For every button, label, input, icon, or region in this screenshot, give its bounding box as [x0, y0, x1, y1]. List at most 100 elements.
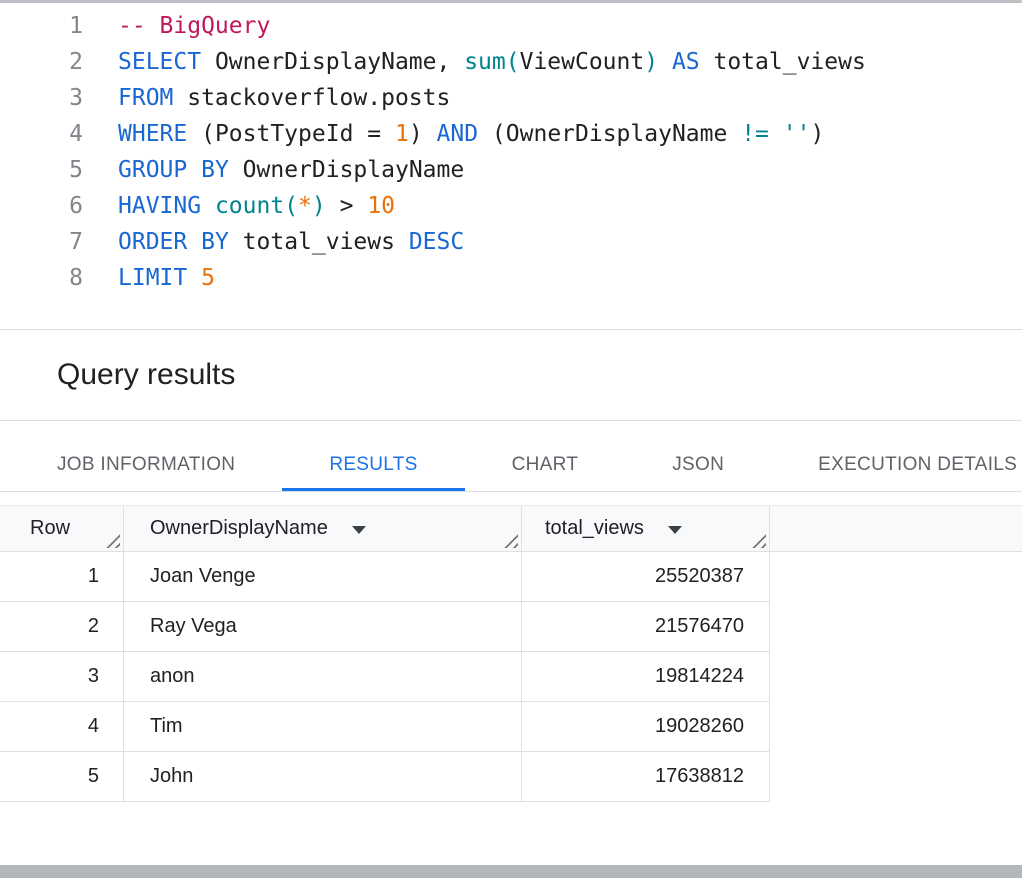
code-token-plain	[187, 265, 201, 291]
line-number: 2	[0, 44, 86, 80]
tab-json[interactable]: JSON	[625, 421, 771, 491]
query-results-header: Query results	[0, 330, 1022, 421]
cell-owner-display-name: Joan Venge	[124, 552, 522, 601]
column-header-filler	[770, 506, 1022, 551]
code-token-plain: OwnerDisplayName,	[201, 49, 464, 75]
code-line: 3FROM stackoverflow.posts	[0, 80, 1022, 116]
cell-row-number: 2	[0, 602, 124, 651]
code-token-number: 5	[201, 265, 215, 291]
tab-results[interactable]: RESULTS	[282, 421, 464, 491]
results-table: Row OwnerDisplayName total_views 1Joan Ven…	[0, 505, 1022, 802]
table-row: 4Tim19028260	[0, 702, 770, 752]
line-number: 5	[0, 152, 86, 188]
code-text: FROM stackoverflow.posts	[86, 80, 450, 116]
column-header-label: Row	[30, 517, 70, 540]
code-token-keyword: LIMIT	[118, 265, 187, 291]
code-line: 4WHERE (PostTypeId = 1) AND (OwnerDispla…	[0, 116, 1022, 152]
line-number: 3	[0, 80, 86, 116]
column-header-label: OwnerDisplayName	[150, 517, 328, 540]
code-lines: 1 -- BigQuery 2SELECT OwnerDisplayName, su…	[0, 8, 1022, 296]
code-token-keyword: ORDER	[118, 229, 187, 255]
cell-owner-display-name: Tim	[124, 702, 522, 751]
code-token-keyword: BY	[201, 229, 229, 255]
cell-row-number: 4	[0, 702, 124, 751]
code-token-function: sum(	[464, 49, 519, 75]
line-number: 8	[0, 260, 86, 296]
code-token-plain: )	[810, 121, 824, 147]
line-number: 7	[0, 224, 86, 260]
code-text: SELECT OwnerDisplayName, sum(ViewCount) …	[86, 44, 866, 80]
line-number: 4	[0, 116, 86, 152]
code-token-plain: )	[409, 121, 437, 147]
column-menu-dropdown-icon[interactable]	[668, 526, 682, 534]
table-row: 1Joan Venge25520387	[0, 552, 770, 602]
code-line: 5GROUP BY OwnerDisplayName	[0, 152, 1022, 188]
table-body: 1Joan Venge255203872Ray Vega215764703ano…	[0, 552, 1022, 802]
table-row: 3anon19814224	[0, 652, 770, 702]
cell-owner-display-name: anon	[124, 652, 522, 701]
column-resize-handle[interactable]	[752, 534, 766, 548]
code-token-keyword: DESC	[409, 229, 464, 255]
code-token-plain: ViewCount	[520, 49, 645, 75]
tab-execution-details[interactable]: EXECUTION DETAILS	[771, 421, 1022, 491]
code-token-plain	[201, 193, 215, 219]
table-row: 2Ray Vega21576470	[0, 602, 770, 652]
cell-owner-display-name: Ray Vega	[124, 602, 522, 651]
code-token-number: 1	[395, 121, 409, 147]
cell-total-views: 21576470	[522, 602, 770, 651]
code-line: 2SELECT OwnerDisplayName, sum(ViewCount)…	[0, 44, 1022, 80]
code-line: 6HAVING count(*) > 10	[0, 188, 1022, 224]
code-token-number: *	[298, 193, 312, 219]
table-row: 5John17638812	[0, 752, 770, 802]
column-menu-dropdown-icon[interactable]	[352, 526, 366, 534]
column-resize-handle[interactable]	[106, 534, 120, 548]
table-header-row: Row OwnerDisplayName total_views	[0, 505, 1022, 552]
column-header-ownerdisplayname[interactable]: OwnerDisplayName	[124, 506, 522, 551]
code-token-plain	[187, 157, 201, 183]
sql-editor[interactable]: 1 -- BigQuery 2SELECT OwnerDisplayName, su…	[0, 0, 1022, 330]
horizontal-scrollbar[interactable]	[0, 865, 1022, 878]
column-header-total-views[interactable]: total_views	[522, 506, 770, 551]
code-token-number: 10	[367, 193, 395, 219]
code-token-keyword: AS	[672, 49, 700, 75]
code-line: 7ORDER BY total_views DESC	[0, 224, 1022, 260]
cell-total-views: 25520387	[522, 552, 770, 601]
tab-chart[interactable]: CHART	[465, 421, 626, 491]
cell-total-views: 19814224	[522, 652, 770, 701]
code-text: ORDER BY total_views DESC	[86, 224, 464, 260]
cell-total-views: 19028260	[522, 702, 770, 751]
code-token-plain	[187, 229, 201, 255]
cell-row-number: 1	[0, 552, 124, 601]
query-results-title: Query results	[57, 358, 235, 392]
code-token-plain: OwnerDisplayName	[229, 157, 464, 183]
column-header-label: total_views	[545, 517, 644, 540]
code-token-operator: !=	[741, 121, 769, 147]
code-token-comment: -- BigQuery	[118, 13, 270, 39]
code-text: LIMIT 5	[86, 260, 215, 296]
cell-row-number: 3	[0, 652, 124, 701]
code-token-keyword: FROM	[118, 85, 173, 111]
code-token-plain: total_views	[700, 49, 866, 75]
line-number: 1	[0, 8, 86, 44]
code-token-keyword: HAVING	[118, 193, 201, 219]
code-token-keyword: GROUP	[118, 157, 187, 183]
code-line: 8LIMIT 5	[0, 260, 1022, 296]
code-text: HAVING count(*) > 10	[86, 188, 395, 224]
code-token-function: )	[644, 49, 658, 75]
code-token-string: ''	[783, 121, 811, 147]
code-token-plain	[769, 121, 783, 147]
code-token-keyword: BY	[201, 157, 229, 183]
cell-total-views: 17638812	[522, 752, 770, 801]
line-number: 6	[0, 188, 86, 224]
tab-job-information[interactable]: JOB INFORMATION	[10, 421, 282, 491]
code-token-keyword: AND	[437, 121, 479, 147]
code-text: GROUP BY OwnerDisplayName	[86, 152, 464, 188]
code-token-keyword: WHERE	[118, 121, 187, 147]
column-resize-handle[interactable]	[504, 534, 518, 548]
column-header-row[interactable]: Row	[0, 506, 124, 551]
cell-owner-display-name: John	[124, 752, 522, 801]
code-text: -- BigQuery	[86, 8, 270, 44]
code-token-function: )	[312, 193, 326, 219]
code-token-plain: (PostTypeId =	[187, 121, 395, 147]
code-text: WHERE (PostTypeId = 1) AND (OwnerDisplay…	[86, 116, 824, 152]
